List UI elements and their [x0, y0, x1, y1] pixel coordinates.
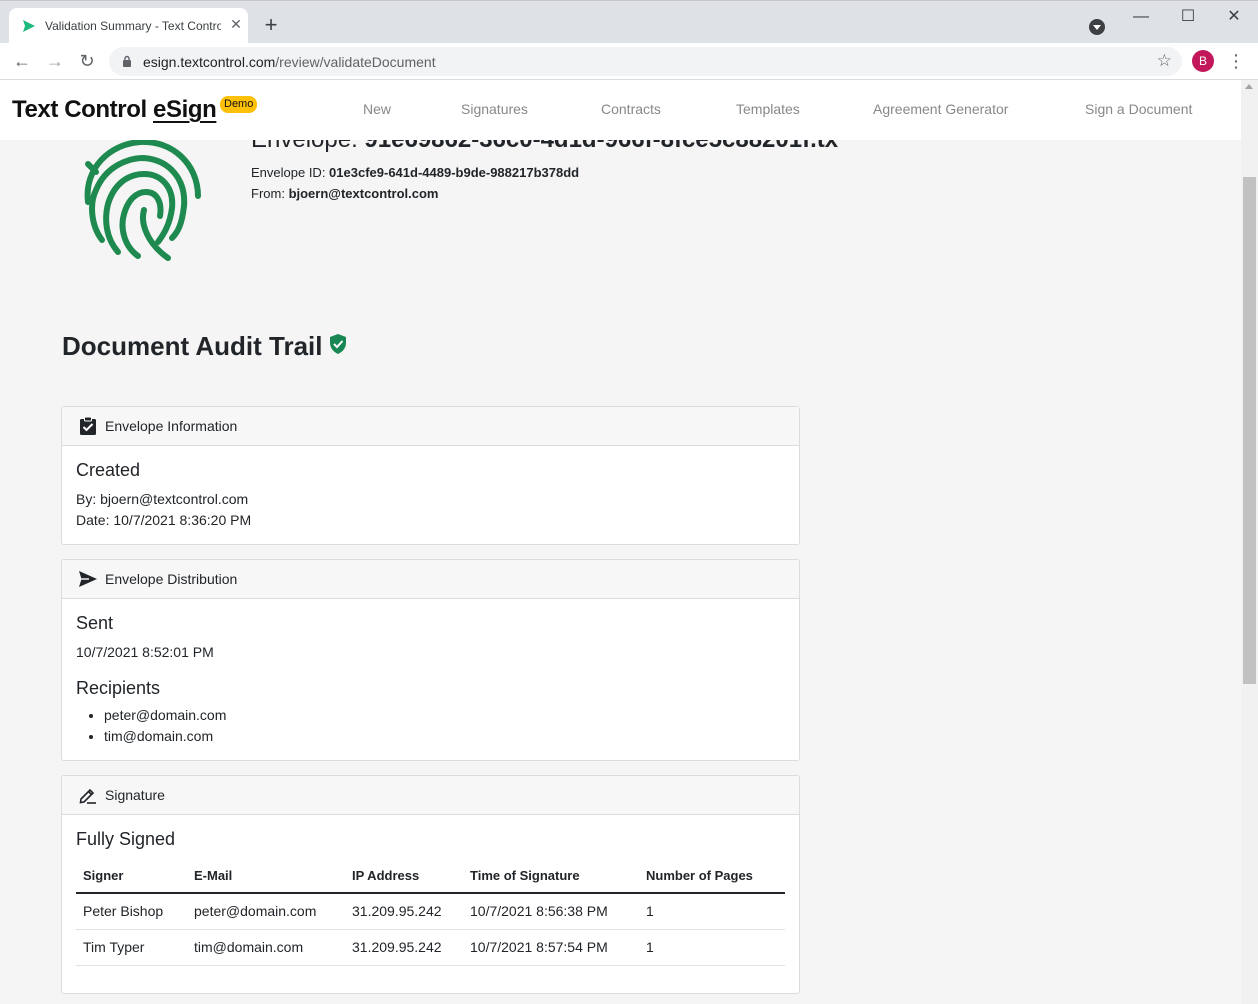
maximize-icon[interactable]: ☐: [1178, 7, 1198, 27]
created-title: Created: [76, 460, 141, 480]
send-icon: [79, 571, 97, 587]
send-favicon-icon: [23, 20, 35, 32]
signers-table: Signer E-Mail IP Address Time of Signatu…: [76, 860, 785, 966]
new-tab-icon[interactable]: +: [260, 14, 282, 37]
cell-ip: 31.209.95.242: [345, 929, 463, 966]
fingerprint-icon: [84, 138, 201, 261]
nav-signatures[interactable]: Signatures: [461, 101, 528, 117]
browser-toolbar: ← → ↻ esign.textcontrol.com/review/valid…: [0, 43, 1258, 80]
created-date: Date: 10/7/2021 8:36:20 PM: [76, 512, 252, 528]
shield-check-icon: [330, 334, 346, 354]
page-scrollbar[interactable]: [1241, 80, 1258, 1004]
sent-date: 10/7/2021 8:52:01 PM: [76, 644, 214, 660]
scroll-up-icon[interactable]: [1245, 84, 1253, 89]
cell-pages: 1: [639, 893, 785, 930]
pen-icon: [79, 788, 96, 804]
card-title: Envelope Information: [105, 418, 238, 434]
column-header: E-Mail: [187, 860, 345, 894]
cell-pages: 1: [639, 929, 785, 966]
cell-email: peter@domain.com: [187, 893, 345, 930]
card-header: Envelope Information: [62, 407, 799, 446]
lock-icon: [123, 55, 131, 67]
signature-card: Signature Fully Signed Signer E-Mail IP …: [61, 775, 800, 994]
cell-signer: Tim Typer: [76, 929, 187, 966]
column-header: IP Address: [345, 860, 463, 894]
window-close-icon[interactable]: ✕: [1224, 7, 1244, 27]
forward-arrow-icon[interactable]: →: [45, 51, 65, 71]
browser-menu-icon[interactable]: ⋮: [1227, 50, 1245, 72]
column-header: Time of Signature: [463, 860, 639, 894]
cell-signer: Peter Bishop: [76, 893, 187, 930]
created-by: By: bjoern@textcontrol.com: [76, 491, 249, 507]
table-row: Peter Bishop peter@domain.com 31.209.95.…: [76, 893, 785, 930]
cell-ip: 31.209.95.242: [345, 893, 463, 930]
scroll-thumb[interactable]: [1243, 177, 1256, 684]
nav-agreement-generator[interactable]: Agreement Generator: [873, 101, 1008, 117]
sent-title: Sent: [76, 613, 114, 633]
signature-status: Fully Signed: [76, 829, 176, 849]
browser-tab[interactable]: Validation Summary - Text Control eSign …: [9, 8, 248, 44]
nav-new[interactable]: New: [363, 101, 391, 117]
site-header: Text Control eSign Demo New Signatures C…: [0, 80, 1241, 140]
column-header: Signer: [76, 860, 187, 894]
tab-close-icon[interactable]: ✕: [228, 16, 244, 32]
browser-tabstrip: Validation Summary - Text Control eSign …: [0, 0, 1258, 44]
nav-sign-a-document[interactable]: Sign a Document: [1085, 101, 1192, 117]
column-header: Number of Pages: [639, 860, 785, 894]
back-arrow-icon[interactable]: ←: [12, 51, 32, 71]
cell-time: 10/7/2021 8:56:38 PM: [463, 893, 639, 930]
clipboard-check-icon: [80, 416, 96, 435]
envelope-from: From: bjoern@textcontrol.com: [251, 186, 439, 201]
reload-icon[interactable]: ↻: [77, 51, 97, 71]
table-row: Tim Typer tim@domain.com 31.209.95.242 1…: [76, 929, 785, 966]
recipients-list: peter@domain.com tim@domain.com: [104, 705, 785, 747]
page-viewport: Text Control eSign Demo New Signatures C…: [0, 80, 1241, 1004]
url-text: esign.textcontrol.com/review/validateDoc…: [143, 54, 436, 70]
nav-templates[interactable]: Templates: [736, 101, 800, 117]
address-bar[interactable]: esign.textcontrol.com/review/validateDoc…: [109, 47, 1182, 76]
page-title: Document Audit Trail: [62, 331, 323, 361]
card-title: Signature: [105, 787, 165, 803]
bookmark-star-icon[interactable]: ☆: [1157, 52, 1172, 70]
table-header-row: Signer E-Mail IP Address Time of Signatu…: [76, 860, 785, 894]
tab-title: Validation Summary - Text Control eSign: [45, 19, 221, 33]
profile-avatar[interactable]: B: [1192, 50, 1214, 72]
cell-time: 10/7/2021 8:57:54 PM: [463, 929, 639, 966]
envelope-distribution-card: Envelope Distribution Sent 10/7/2021 8:5…: [61, 559, 800, 761]
card-title: Envelope Distribution: [105, 571, 238, 587]
cell-email: tim@domain.com: [187, 929, 345, 966]
nav-contracts[interactable]: Contracts: [601, 101, 661, 117]
envelope-id: Envelope ID: 01e3cfe9-641d-4489-b9de-988…: [251, 165, 580, 180]
list-item: tim@domain.com: [104, 726, 785, 747]
envelope-information-card: Envelope Information Created By: bjoern@…: [61, 406, 800, 545]
list-item: peter@domain.com: [104, 705, 785, 726]
card-header: Envelope Distribution: [62, 560, 799, 599]
tab-search-icon[interactable]: [1089, 19, 1105, 35]
demo-badge: Demo: [220, 96, 258, 113]
brand-logo[interactable]: Text Control eSign: [12, 96, 217, 124]
recipients-title: Recipients: [76, 678, 161, 698]
card-header: Signature: [62, 776, 799, 815]
minimize-icon[interactable]: —: [1131, 7, 1151, 27]
